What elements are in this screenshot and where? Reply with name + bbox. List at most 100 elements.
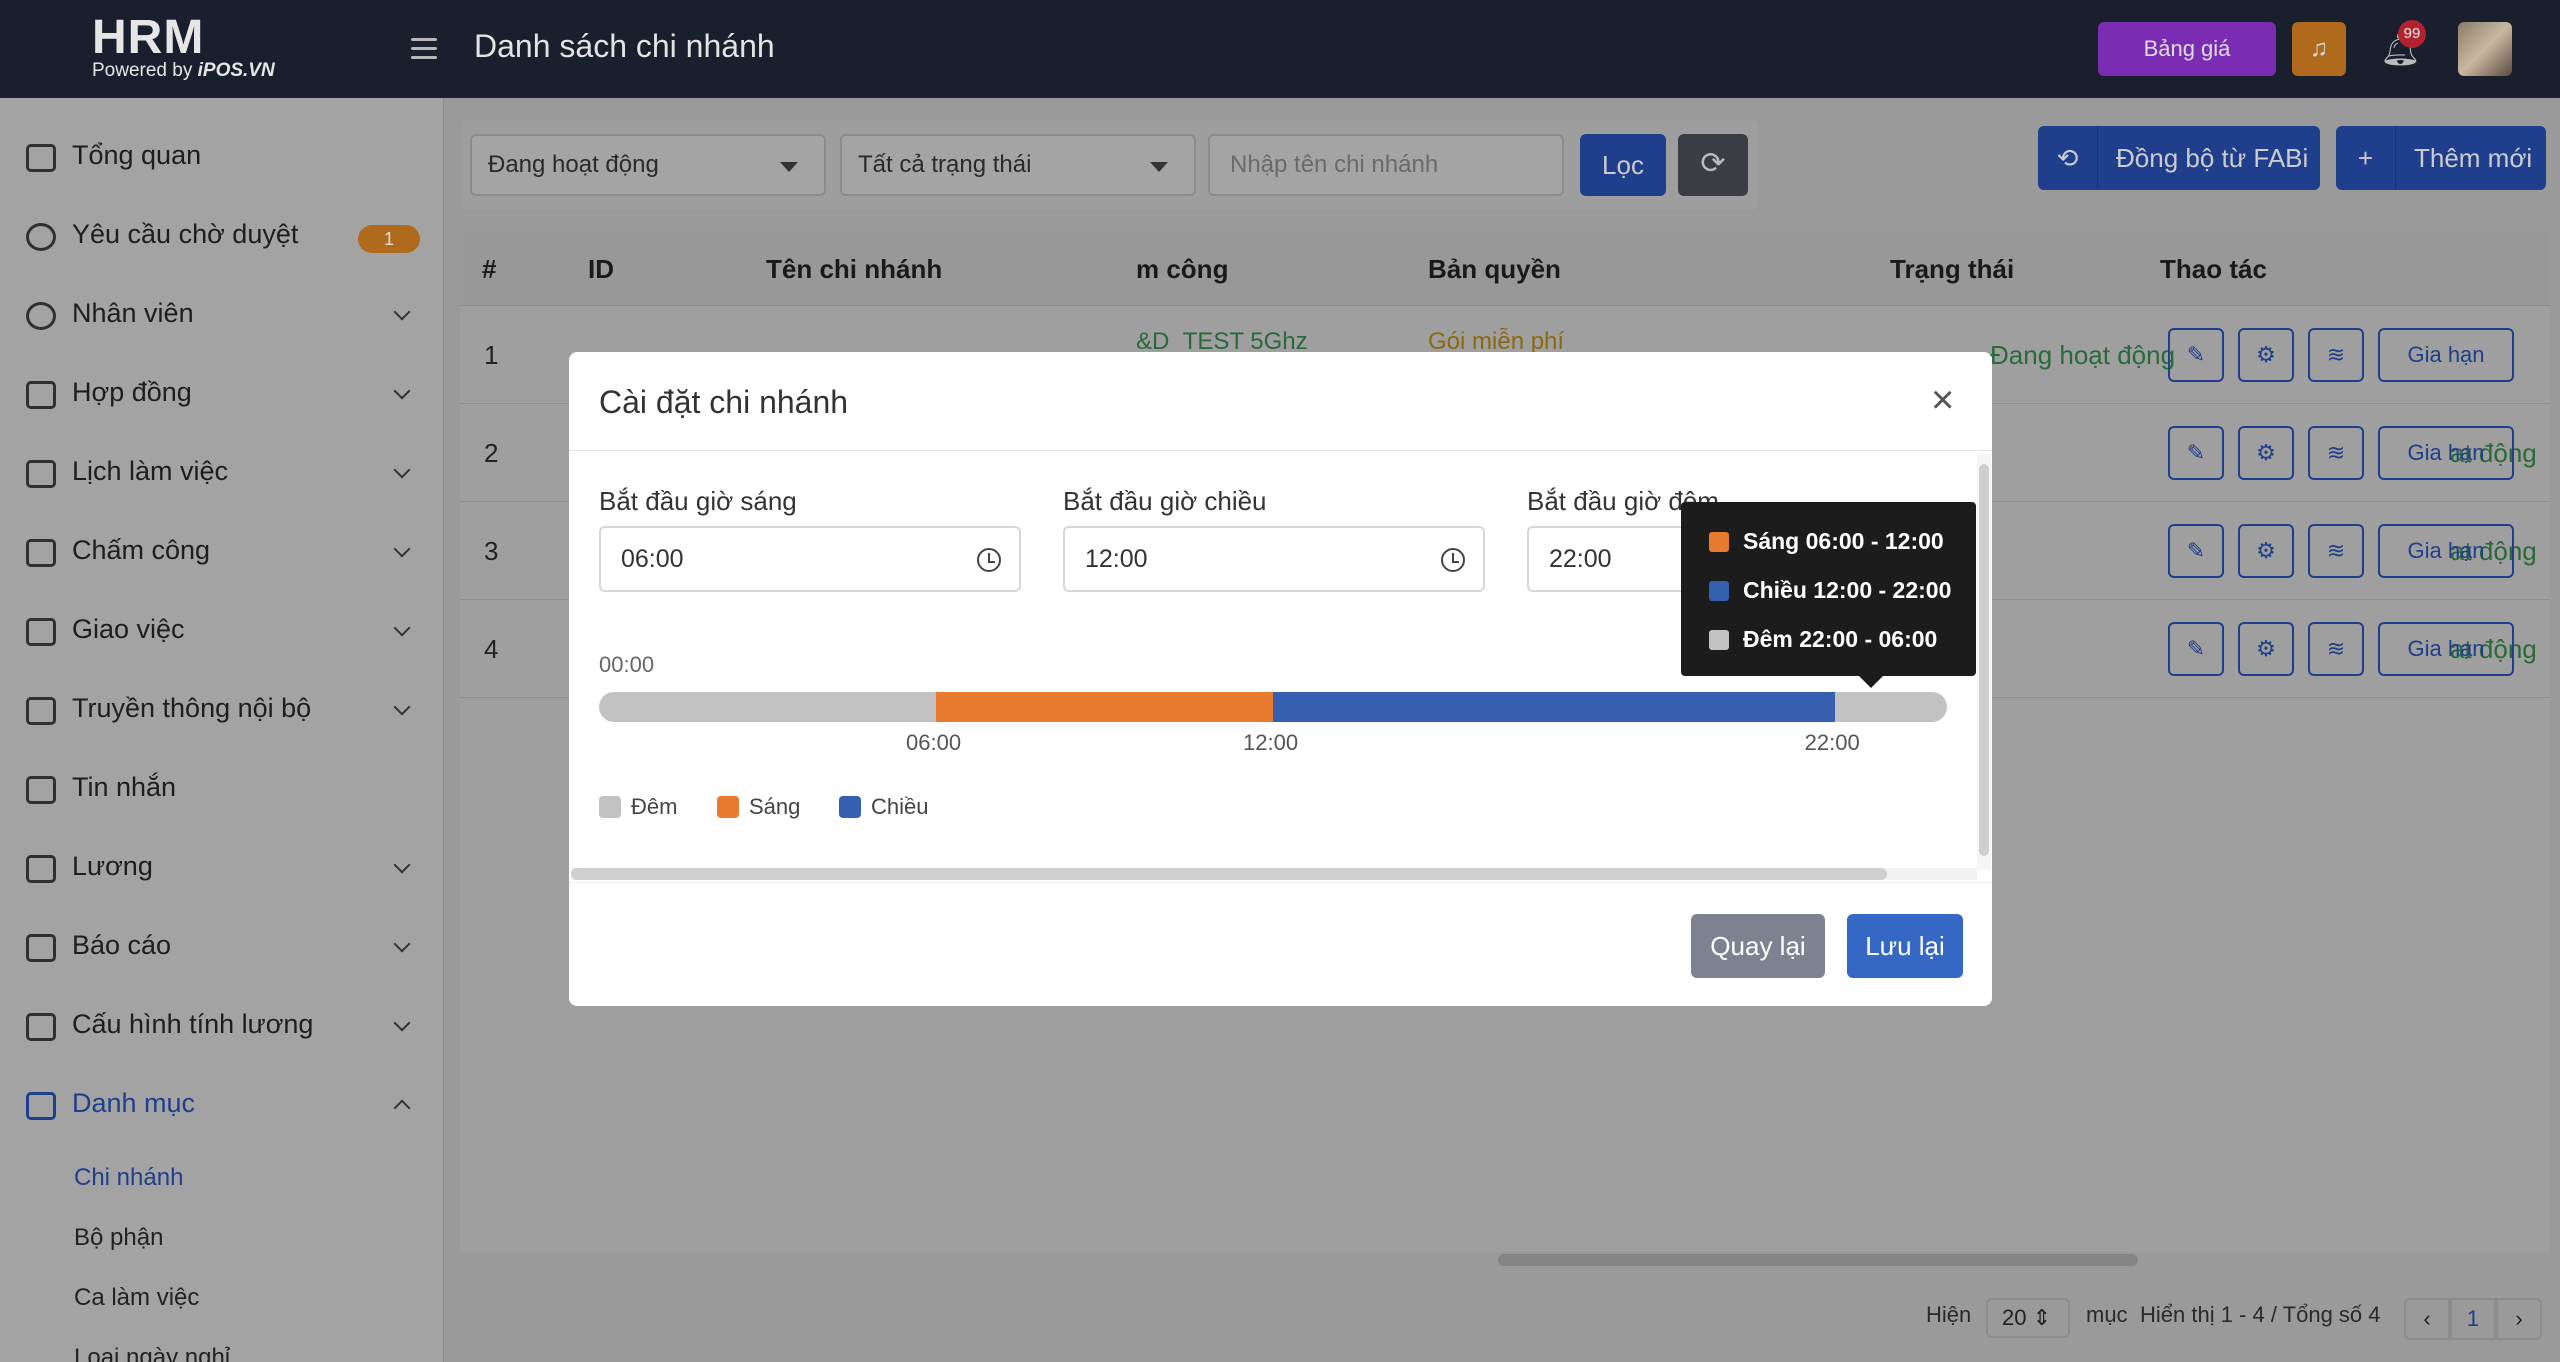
gear-icon[interactable]: ⚙ [2238,622,2294,676]
page-size-select[interactable]: 20 ⇕ [1986,1298,2070,1338]
sidebar-subitem-branches[interactable]: Chi nhánh [74,1164,183,1192]
prev-page-button[interactable]: ‹ [2404,1298,2450,1340]
wifi-icon[interactable]: ≋ [2308,622,2364,676]
save-button[interactable]: Lưu lại [1847,914,1963,978]
clock-icon [1441,548,1465,572]
calendar-icon [26,460,56,488]
renew-button[interactable]: Gia hạn [2378,622,2514,676]
morning-start-value: 06:00 [621,545,684,573]
avatar[interactable] [2458,22,2512,76]
tooltip-text: Chiều 12:00 - 22:00 [1743,577,1952,603]
active-select[interactable]: Đang hoạt động [470,134,826,196]
page-1-button[interactable]: 1 [2450,1298,2496,1340]
sidebar-item-label: Nhân viên [72,298,194,328]
add-label: Thêm mới [2414,143,2533,173]
sidebar-item-label: Giao việc [72,614,185,644]
col-actions: Thao tác [2160,254,2267,284]
top-header: HRM Powered by iPOS.VN Danh sách chi nhá… [0,0,2560,98]
price-button[interactable]: Bảng giá [2098,22,2276,76]
sidebar-item-schedule[interactable]: Lịch làm việc [0,434,444,513]
branch-name-input[interactable] [1208,134,1564,196]
menu-toggle-icon[interactable] [411,38,437,60]
col-status: Trạng thái [1890,254,2015,284]
morning-start-label: Bắt đầu giờ sáng [599,486,797,516]
sidebar-item-internal-news[interactable]: Truyền thông nội bộ [0,671,444,750]
wifi-icon[interactable]: ≋ [2308,426,2364,480]
sidebar-item-overview[interactable]: Tổng quan [0,118,444,197]
sidebar-item-pending[interactable]: Yêu cầu chờ duyệt 1 [0,197,444,276]
tooltip-text: Đêm 22:00 - 06:00 [1743,626,1938,652]
sidebar-item-label: Lịch làm việc [72,456,229,486]
sidebar-subitem-departments[interactable]: Bộ phận [74,1224,163,1252]
branch-settings-modal: Cài đặt chi nhánh × Bắt đầu giờ sáng 06:… [569,352,1992,1006]
timeline-segment-morning[interactable] [936,692,1273,722]
modal-title: Cài đặt chi nhánh [599,384,849,420]
sidebar-item-messages[interactable]: Tin nhắn [0,750,444,829]
edit-icon[interactable]: ✎ [2168,426,2224,480]
calendar-grid-icon [26,539,56,567]
next-page-button[interactable]: › [2496,1298,2542,1340]
sidebar-item-salary[interactable]: Lương [0,829,444,908]
sidebar-item-label: Truyền thông nội bộ [72,693,312,723]
refresh-icon[interactable]: ⟳ [1678,134,1748,196]
renew-button[interactable]: Gia hạn [2378,328,2514,382]
pagination-summary: Hiển thị 1 - 4 / Tổng số 4 [2140,1302,2381,1327]
legend-afternoon: Chiều [839,794,928,820]
contract-icon [26,381,56,409]
row-number: 3 [484,536,499,566]
row-number: 4 [484,634,499,664]
wifi-icon[interactable]: ≋ [2308,524,2364,578]
afternoon-start-input[interactable]: 12:00 [1063,526,1485,592]
edit-icon[interactable]: ✎ [2168,622,2224,676]
morning-start-input[interactable]: 06:00 [599,526,1021,592]
edit-icon[interactable]: ✎ [2168,328,2224,382]
chevron-down-icon [393,935,411,953]
close-icon[interactable]: × [1931,380,1954,420]
timeline-start-label: 00:00 [599,652,655,677]
clock-icon [26,223,56,251]
gear-icon[interactable]: ⚙ [2238,328,2294,382]
sidebar-item-label: Yêu cầu chờ duyệt [72,219,299,249]
renew-button[interactable]: Gia hạn [2378,426,2514,480]
logo[interactable]: HRM Powered by iPOS.VN [92,14,275,82]
page-title: Danh sách chi nhánh [474,28,775,64]
timeline-segment-afternoon[interactable] [1273,692,1835,722]
gear-icon[interactable]: ⚙ [2238,524,2294,578]
items-label: mục [2086,1302,2128,1327]
sidebar-item-contracts[interactable]: Hợp đồng [0,355,444,434]
col-license: Bản quyền [1428,254,1561,284]
shift-timeline-bar [599,692,1947,722]
row-status: Đang hoạt động [1990,340,2176,370]
modal-horizontal-scrollbar[interactable] [571,868,1977,880]
edit-icon[interactable]: ✎ [2168,524,2224,578]
sidebar-item-attendance[interactable]: Chấm công [0,513,444,592]
headset-icon[interactable]: ♫ [2292,22,2346,76]
renew-button[interactable]: Gia hạn [2378,524,2514,578]
status-select[interactable]: Tất cả trạng thái [840,134,1196,196]
chevron-down-icon [393,619,411,637]
tooltip-text: Sáng 06:00 - 12:00 [1743,528,1944,554]
sidebar-subitem-leave-types[interactable]: Loại ngày nghỉ [74,1344,230,1362]
sidebar-item-reports[interactable]: Báo cáo [0,908,444,987]
sidebar-subitem-shifts[interactable]: Ca làm việc [74,1284,199,1312]
sidebar-item-employees[interactable]: Nhân viên [0,276,444,355]
chevron-down-icon [393,1014,411,1032]
filter-button[interactable]: Lọc [1580,134,1666,196]
clipboard-check-icon [26,618,56,646]
caret-down-icon [1150,162,1168,172]
col-attendance: m công [1136,254,1229,284]
add-new-button[interactable]: + Thêm mới [2336,126,2546,190]
wifi-icon[interactable]: ≋ [2308,328,2364,382]
sync-fabi-button[interactable]: ⟲ Đồng bộ từ FABi [2038,126,2320,190]
sidebar-item-catalog[interactable]: Danh mục [0,1066,444,1145]
tooltip-swatch [1709,630,1729,650]
sync-icon: ⟲ [2038,126,2098,190]
gear-icon[interactable]: ⚙ [2238,426,2294,480]
table-scrollbar[interactable] [460,1252,2550,1268]
back-button[interactable]: Quay lại [1691,914,1825,978]
sidebar-item-tasks[interactable]: Giao việc [0,592,444,671]
timeline-tick: 12:00 [1243,730,1299,755]
caret-down-icon [780,162,798,172]
sidebar-item-salary-config[interactable]: Cấu hình tính lương [0,987,444,1066]
modal-vertical-scrollbar[interactable] [1977,454,1991,870]
